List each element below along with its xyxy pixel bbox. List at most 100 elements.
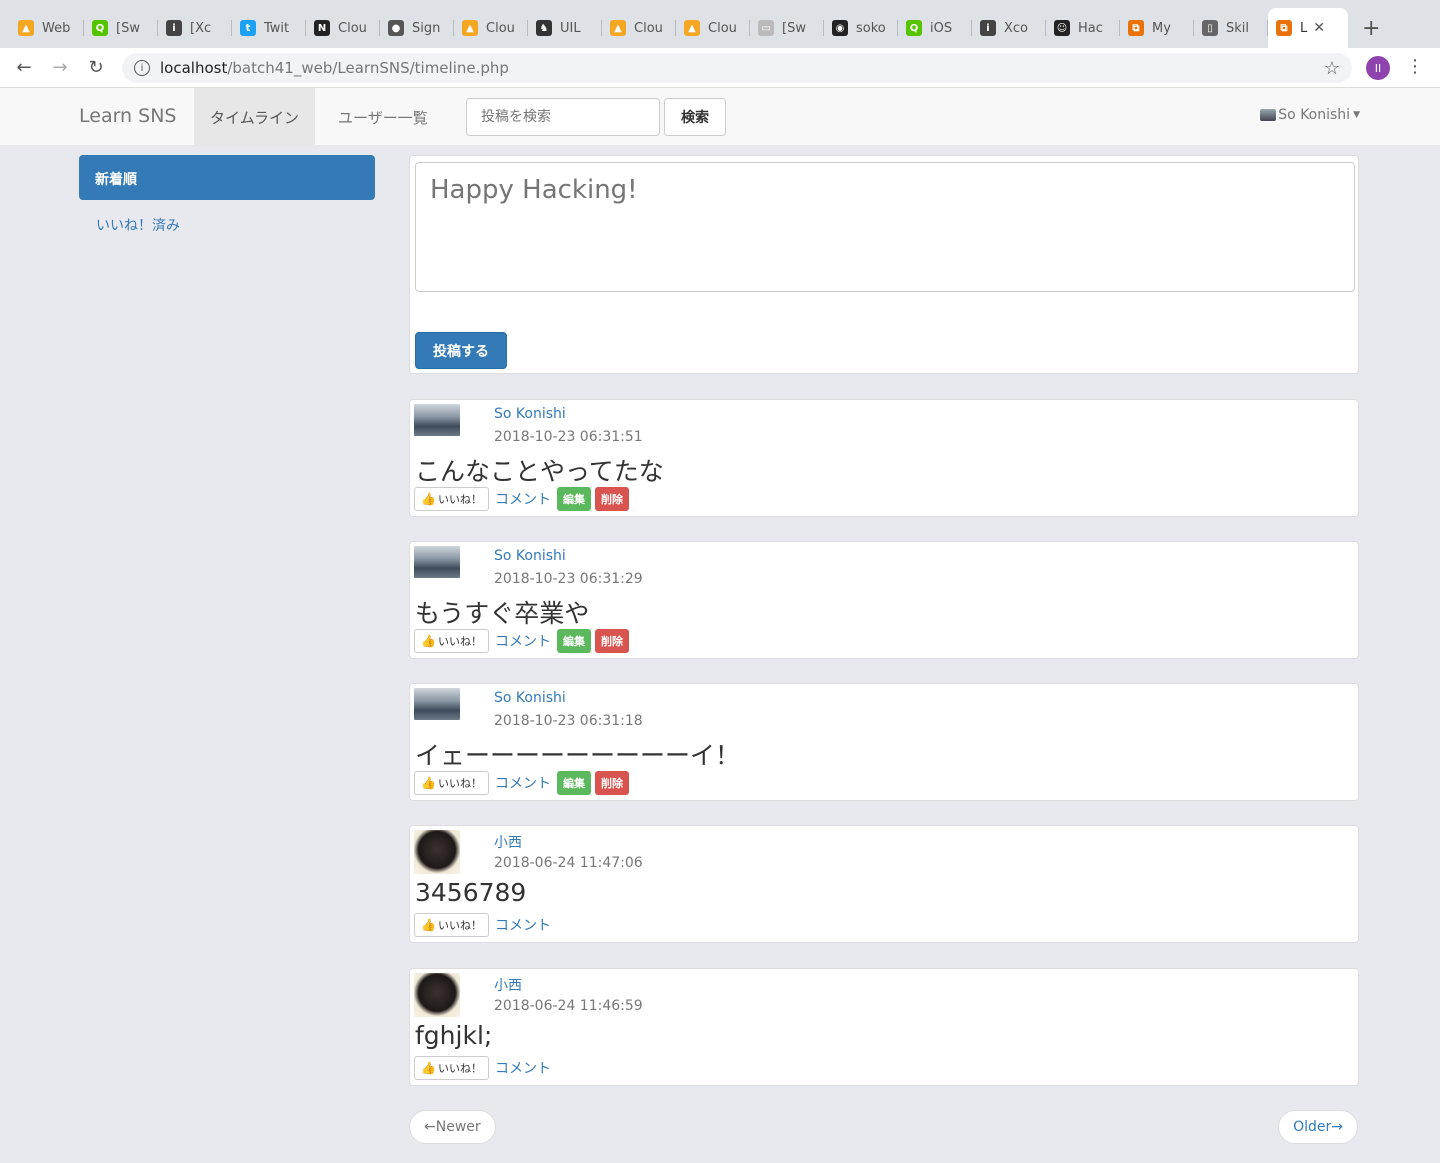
notion-icon: N <box>314 20 330 36</box>
feed-actions: 👍 いいね！ コメント <box>414 913 557 937</box>
thumbs-up-icon: 👍 <box>421 492 436 506</box>
delete-button[interactable]: 削除 <box>594 771 629 795</box>
browser-tab[interactable]: ☺ Hac <box>1046 8 1120 48</box>
browser-tab[interactable]: ● Sign <box>380 8 454 48</box>
delete-button[interactable]: 削除 <box>594 629 629 653</box>
address-bar[interactable]: i localhost/batch41_web/LearnSNS/timelin… <box>122 53 1352 83</box>
firebase-icon: ▲ <box>462 20 478 36</box>
feed-content: もうすぐ卒業や <box>415 599 590 628</box>
comment-link[interactable]: コメント <box>495 1058 551 1078</box>
brand-logo[interactable]: Learn SNS <box>79 105 176 127</box>
feed-item: 小西 2018-06-24 11:46:59 fghjkl; 👍 いいね！ コメン… <box>409 968 1359 1086</box>
feed-date: 2018-10-23 06:31:18 <box>494 713 643 729</box>
feed-item: So Konishi 2018-10-23 06:31:18 イェーーーーーーー… <box>409 683 1359 801</box>
url-host: localhost <box>160 59 228 77</box>
browser-tab[interactable]: ▯ Skil <box>1194 8 1268 48</box>
user-avatar-mini <box>1260 109 1277 121</box>
more-menu-icon[interactable]: ⋮ <box>1406 56 1424 77</box>
older-page-button[interactable]: Older→ <box>1278 1110 1358 1144</box>
browser-tab[interactable]: ▲ Clou <box>602 8 676 48</box>
feed-date: 2018-06-24 11:47:06 <box>494 855 643 871</box>
feed-actions: 👍 いいね！ コメント <box>414 1056 557 1080</box>
twitter-icon: t <box>240 20 256 36</box>
browser-tab[interactable]: ▭ [Sw <box>750 8 824 48</box>
back-icon[interactable]: ← <box>6 57 42 78</box>
new-tab-icon[interactable]: + <box>1362 8 1380 48</box>
feed-author-link[interactable]: So Konishi <box>494 548 566 564</box>
browser-tab[interactable]: ▲ Clou <box>454 8 528 48</box>
github-icon: ◉ <box>832 20 848 36</box>
thumbs-up-icon: 👍 <box>421 634 436 648</box>
page-icon: ▭ <box>758 20 774 36</box>
user-name: So Konishi <box>1278 107 1351 123</box>
thumbs-up-icon: 👍 <box>421 1061 436 1075</box>
feed-date: 2018-06-24 11:46:59 <box>494 998 643 1014</box>
comment-link[interactable]: コメント <box>495 631 551 651</box>
search-button[interactable]: 検索 <box>664 98 726 136</box>
post-textarea[interactable] <box>415 162 1355 292</box>
firebase-icon: ▲ <box>610 20 626 36</box>
firebase-icon: ▲ <box>18 20 34 36</box>
info-icon[interactable]: i <box>134 60 150 76</box>
feed-content: fghjkl; <box>415 1021 493 1050</box>
like-button[interactable]: 👍 いいね！ <box>414 487 489 511</box>
avatar[interactable] <box>414 973 460 1017</box>
browser-tab[interactable]: ◉ soko <box>824 8 898 48</box>
like-button[interactable]: 👍 いいね！ <box>414 629 489 653</box>
search-input[interactable] <box>466 98 660 136</box>
browser-tab[interactable]: ♞ UIL <box>528 8 602 48</box>
delete-button[interactable]: 削除 <box>594 487 629 511</box>
browser-tab[interactable]: i Xco <box>972 8 1046 48</box>
browser-tab[interactable]: ▲ Web <box>10 8 84 48</box>
comment-link[interactable]: コメント <box>495 773 551 793</box>
thumbs-up-icon: 👍 <box>421 776 436 790</box>
thumbs-up-icon: 👍 <box>421 918 436 932</box>
qiita-icon: Q <box>92 20 108 36</box>
box-icon: ⧉ <box>1128 20 1144 36</box>
feed-content: 3456789 <box>415 878 527 907</box>
edit-button[interactable]: 編集 <box>556 487 591 511</box>
feed-author-link[interactable]: 小西 <box>494 975 522 995</box>
avatar[interactable] <box>414 404 460 436</box>
sidebar-item-liked[interactable]: いいね！済み <box>96 215 180 235</box>
avatar[interactable] <box>414 546 460 578</box>
browser-tab-active[interactable]: ⧉ L ✕ <box>1268 8 1348 48</box>
feed-author-link[interactable]: 小西 <box>494 832 522 852</box>
like-button[interactable]: 👍 いいね！ <box>414 1056 489 1080</box>
like-button[interactable]: 👍 いいね！ <box>414 771 489 795</box>
close-tab-icon[interactable]: ✕ <box>1313 20 1325 36</box>
feed-author-link[interactable]: So Konishi <box>494 406 566 422</box>
url-path: /batch41_web/LearnSNS/timeline.php <box>227 59 509 77</box>
edit-button[interactable]: 編集 <box>556 771 591 795</box>
browser-tab[interactable]: ▲ Clou <box>676 8 750 48</box>
browser-tab[interactable]: QiOS <box>898 8 972 48</box>
avatar[interactable] <box>414 830 460 874</box>
tab-timeline[interactable]: タイムライン <box>194 88 315 146</box>
like-button[interactable]: 👍 いいね！ <box>414 913 489 937</box>
browser-tab[interactable]: i [Xc <box>158 8 232 48</box>
newer-page-button[interactable]: ←Newer <box>409 1110 496 1144</box>
feed-author-link[interactable]: So Konishi <box>494 690 566 706</box>
comment-link[interactable]: コメント <box>495 489 551 509</box>
browser-tab[interactable]: N Clou <box>306 8 380 48</box>
tab-users[interactable]: ユーザー一覧 <box>322 88 444 146</box>
feed-item: So Konishi 2018-10-23 06:31:29 もうすぐ卒業や 👍… <box>409 541 1359 659</box>
document-icon: ▯ <box>1202 20 1218 36</box>
firebase-icon: ▲ <box>684 20 700 36</box>
browser-tab[interactable]: ⧉ My <box>1120 8 1194 48</box>
avatar[interactable] <box>414 688 460 720</box>
forward-icon[interactable]: → <box>42 57 78 78</box>
browser-tab[interactable]: t Twit <box>232 8 306 48</box>
sidebar-item-newest[interactable]: 新着順 <box>79 155 375 200</box>
caret-down-icon: ▼ <box>1353 110 1360 120</box>
bookmark-star-icon[interactable]: ☆ <box>1324 58 1340 79</box>
post-submit-button[interactable]: 投稿する <box>415 332 507 369</box>
user-menu-dropdown[interactable]: So Konishi ▼ <box>1260 107 1360 123</box>
feed-item: 小西 2018-06-24 11:47:06 3456789 👍 いいね！ コメン… <box>409 825 1359 943</box>
profile-avatar[interactable]: II <box>1366 56 1390 80</box>
edit-button[interactable]: 編集 <box>556 629 591 653</box>
reload-icon[interactable]: ↻ <box>78 57 114 78</box>
feed-actions: 👍 いいね！ コメント 編集 削除 <box>414 771 633 795</box>
browser-tab[interactable]: Q [Sw <box>84 8 158 48</box>
comment-link[interactable]: コメント <box>495 915 551 935</box>
